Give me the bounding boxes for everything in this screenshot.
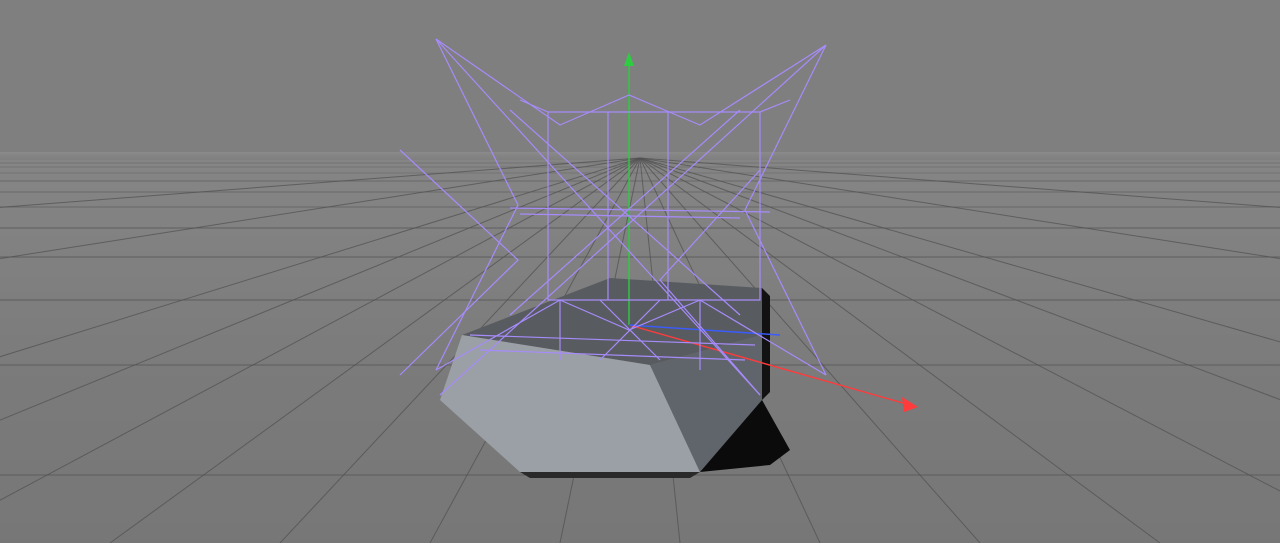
viewport-3d[interactable] — [0, 0, 1280, 543]
viewport-scene-svg — [0, 0, 1280, 543]
axis-x-arrow-icon — [902, 397, 918, 412]
deformed-mesh[interactable] — [440, 278, 790, 478]
axis-y-arrow-icon — [624, 52, 634, 66]
